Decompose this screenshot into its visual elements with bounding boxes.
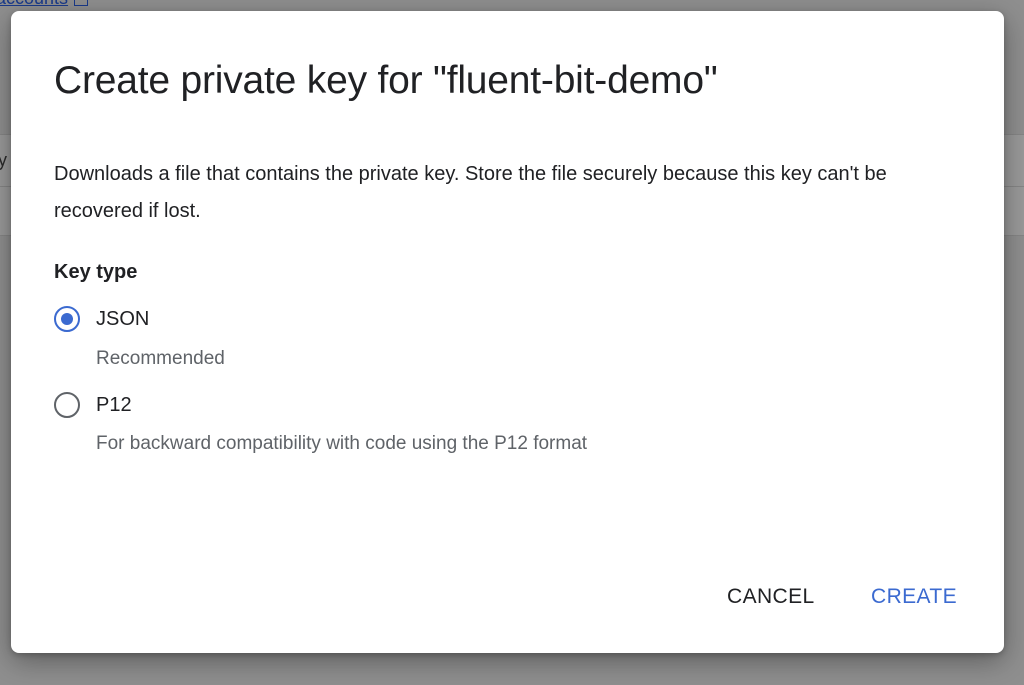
background-edge-text: y xyxy=(0,150,7,170)
create-button[interactable]: CREATE xyxy=(861,577,967,617)
key-type-label: Key type xyxy=(54,261,138,283)
background-link-text: accounts xyxy=(0,0,68,8)
external-link-icon xyxy=(74,0,89,7)
option-p12-hint: For backward compatibility with code usi… xyxy=(96,433,588,454)
radio-checked-icon[interactable] xyxy=(54,306,80,332)
option-p12-label[interactable]: P12 xyxy=(96,394,132,417)
create-private-key-dialog: Create private key for "fluent-bit-demo"… xyxy=(11,11,1004,653)
key-type-option-p12[interactable]: P12 xyxy=(54,391,132,419)
option-json-hint: Recommended xyxy=(96,348,225,369)
background-accounts-link: accounts xyxy=(0,0,89,9)
radio-unchecked-icon[interactable] xyxy=(54,392,80,418)
cancel-button[interactable]: CANCEL xyxy=(717,577,825,617)
dialog-title: Create private key for "fluent-bit-demo" xyxy=(54,59,718,102)
dialog-description: Downloads a file that contains the priva… xyxy=(54,163,887,222)
option-json-label[interactable]: JSON xyxy=(96,308,149,331)
key-type-option-json[interactable]: JSON xyxy=(54,305,149,333)
